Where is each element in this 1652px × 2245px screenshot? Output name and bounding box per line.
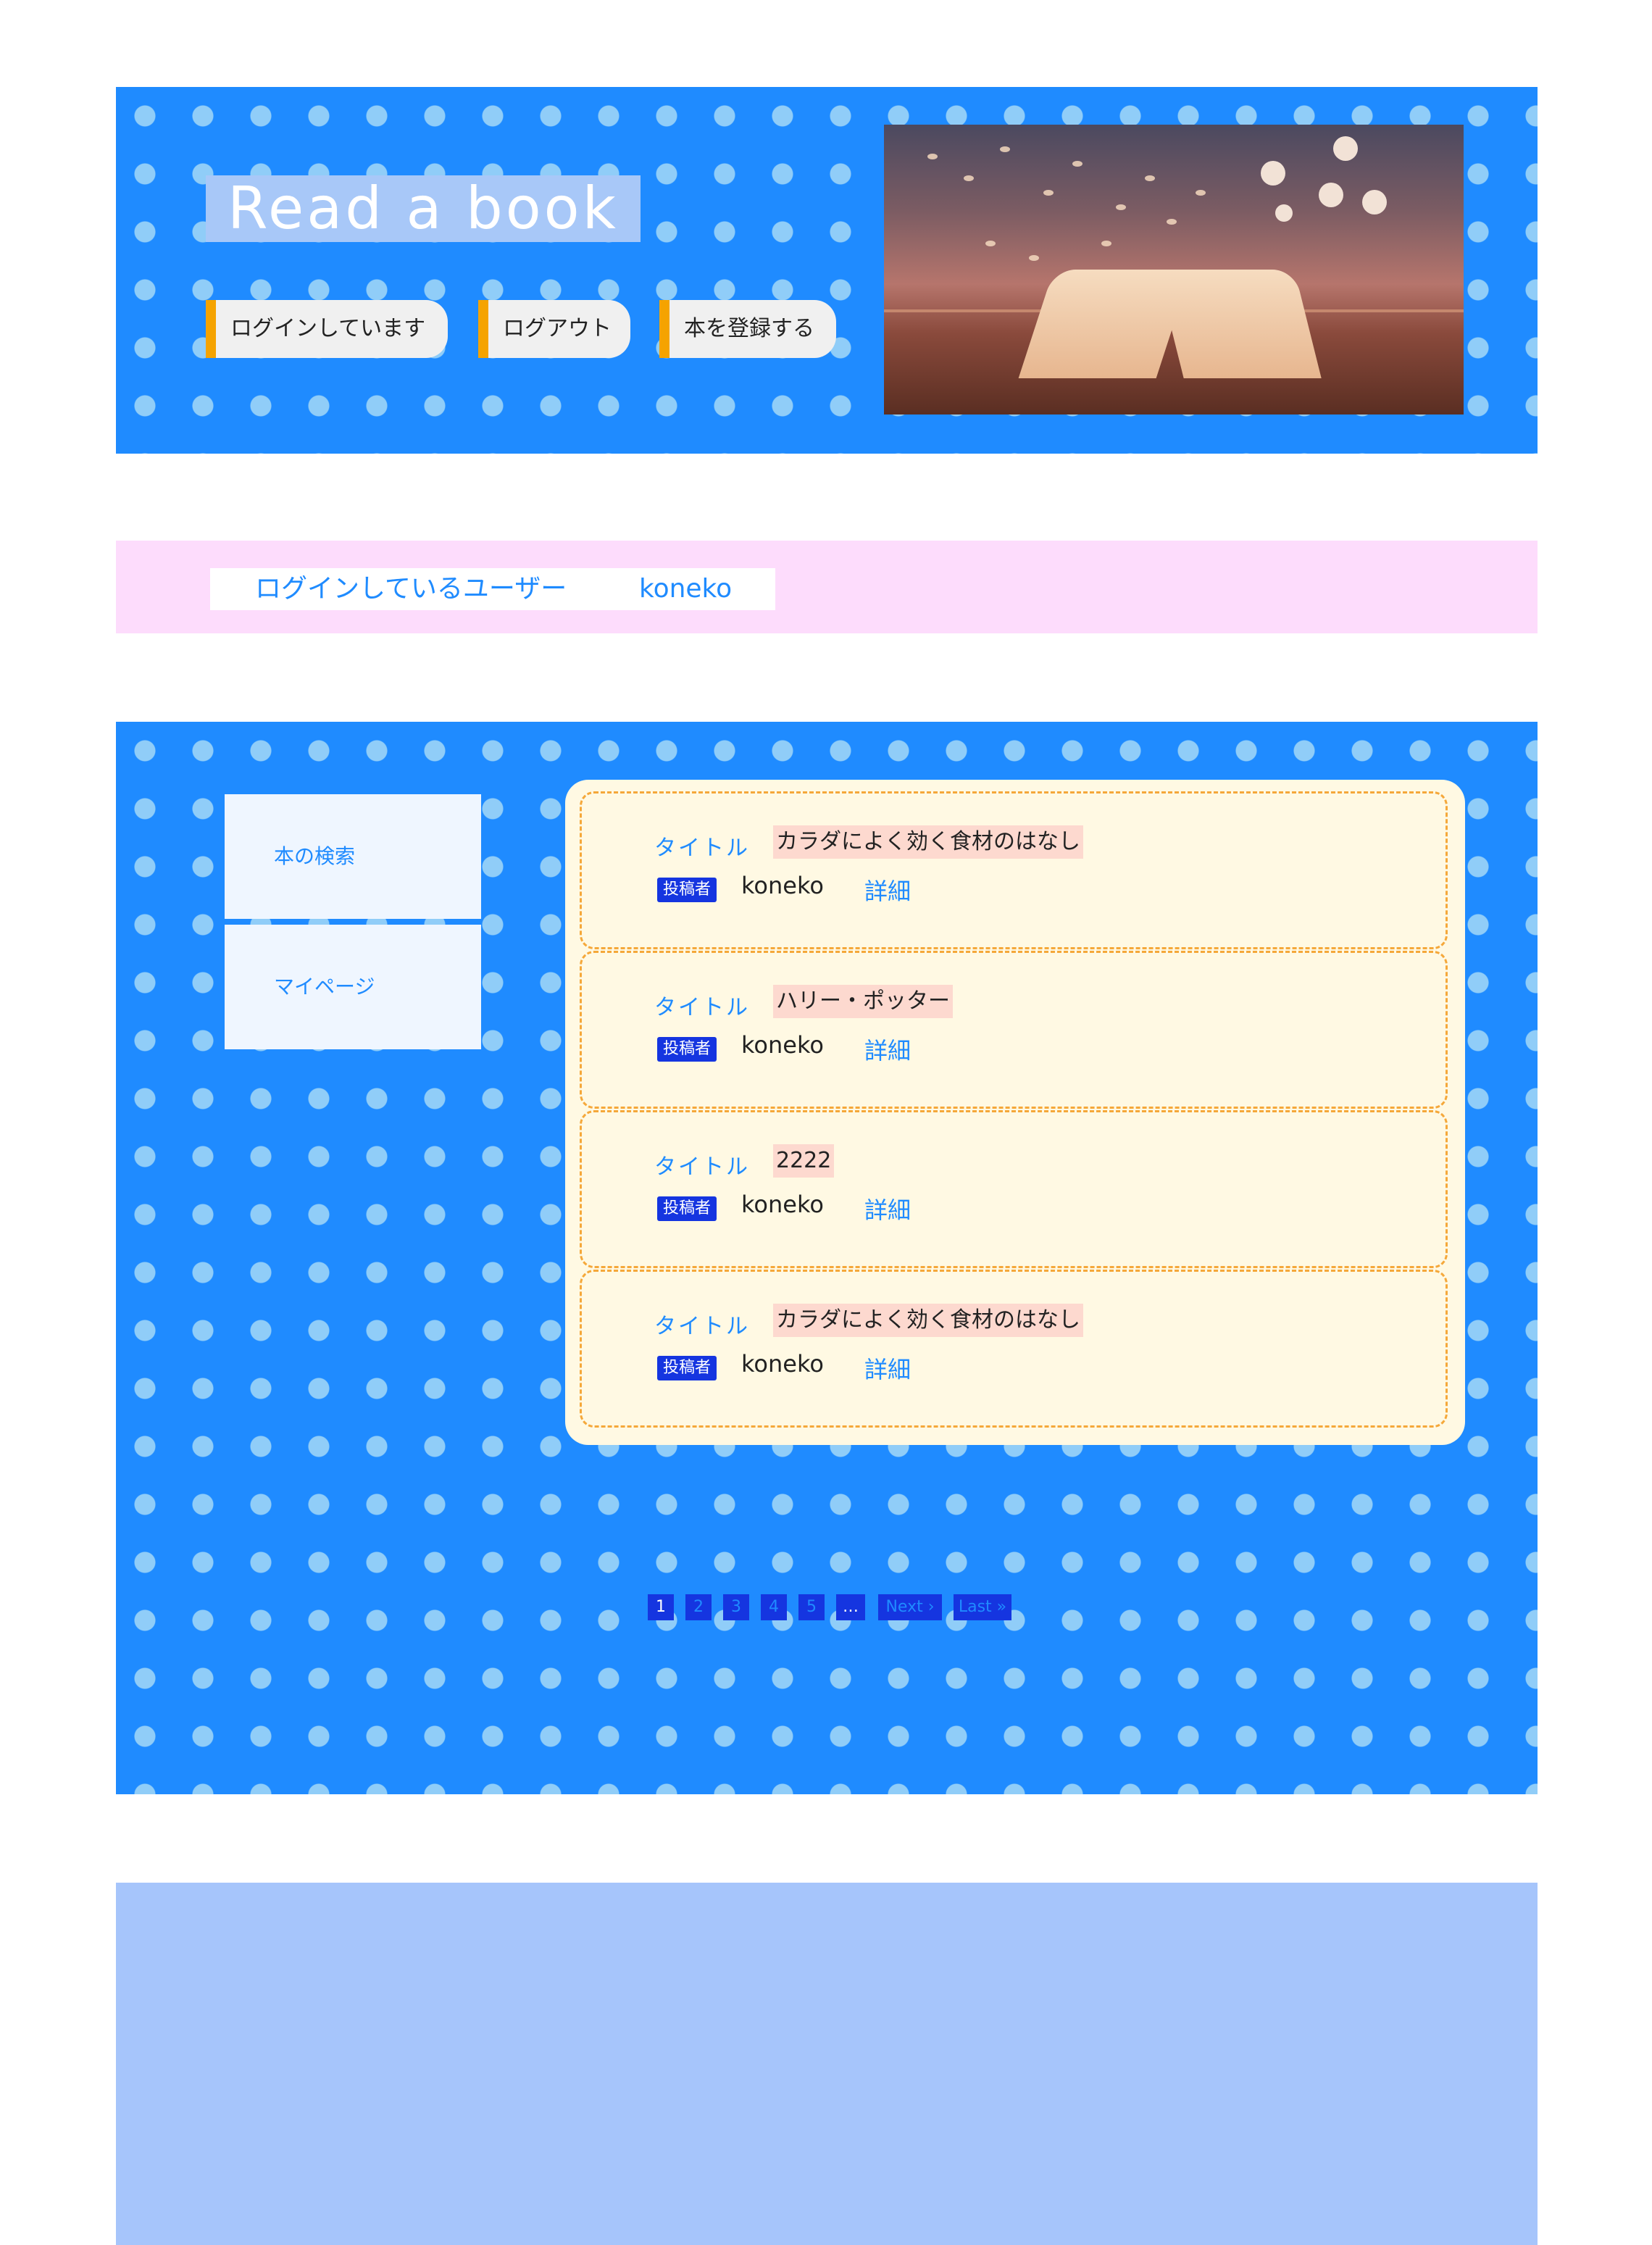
poster-name: koneko bbox=[741, 872, 824, 899]
book-title-label: タイトル bbox=[654, 1154, 750, 1180]
sidebar-item-mypage[interactable]: マイページ bbox=[225, 925, 481, 1049]
hero-image bbox=[884, 125, 1464, 415]
logged-in-user-box: ログインしているユーザー koneko bbox=[210, 568, 775, 610]
site-header: Read a book ログインしています ログアウト 本を登録する bbox=[116, 87, 1538, 454]
page-link-3[interactable]: 3 bbox=[723, 1594, 749, 1620]
page-link-5[interactable]: 5 bbox=[798, 1594, 825, 1620]
book-detail-link[interactable]: 詳細 bbox=[864, 1033, 911, 1066]
nav-logged-in-button[interactable]: ログインしています bbox=[206, 300, 448, 358]
book-list: タイトル カラダによく効く食材のはなし 投稿者 koneko 詳細 タイトル ハ… bbox=[565, 780, 1465, 1445]
page-link-1[interactable]: 1 bbox=[648, 1594, 674, 1620]
sidebar-item-book-search[interactable]: 本の検索 bbox=[225, 794, 481, 919]
book-card: タイトル カラダによく効く食材のはなし 投稿者 koneko 詳細 bbox=[580, 1270, 1448, 1428]
book-title: 2222 bbox=[773, 1144, 835, 1178]
logged-in-user-label: ログインしているユーザー bbox=[255, 574, 567, 604]
poster-badge: 投稿者 bbox=[657, 878, 717, 902]
poster-name: koneko bbox=[741, 1031, 824, 1059]
poster-badge: 投稿者 bbox=[657, 1037, 717, 1062]
book-title: カラダによく効く食材のはなし bbox=[773, 1304, 1083, 1337]
book-detail-link[interactable]: 詳細 bbox=[864, 1192, 911, 1225]
page-link-4[interactable]: 4 bbox=[761, 1594, 787, 1620]
page-ellipsis: … bbox=[836, 1594, 865, 1620]
book-card: タイトル カラダによく効く食材のはなし 投稿者 koneko 詳細 bbox=[580, 791, 1448, 949]
book-detail-link[interactable]: 詳細 bbox=[864, 1351, 911, 1385]
book-title-label: タイトル bbox=[654, 995, 750, 1020]
book-card: タイトル 2222 投稿者 koneko 詳細 bbox=[580, 1110, 1448, 1268]
poster-name: koneko bbox=[741, 1350, 824, 1378]
nav-register-book-button[interactable]: 本を登録する bbox=[659, 300, 836, 358]
book-title-label: タイトル bbox=[654, 1314, 750, 1339]
nav-logout-button[interactable]: ログアウト bbox=[478, 300, 630, 358]
book-title: ハリー・ポッター bbox=[773, 985, 953, 1018]
logged-in-username: koneko bbox=[639, 574, 733, 604]
site-footer bbox=[116, 1883, 1538, 2245]
site-title[interactable]: Read a book bbox=[206, 175, 641, 242]
poster-badge: 投稿者 bbox=[657, 1196, 717, 1221]
page-link-2[interactable]: 2 bbox=[685, 1594, 712, 1620]
main-content: 本の検索 マイページ タイトル カラダによく効く食材のはなし 投稿者 konek… bbox=[116, 722, 1538, 1794]
logged-in-user-bar: ログインしているユーザー koneko bbox=[116, 541, 1538, 633]
poster-badge: 投稿者 bbox=[657, 1356, 717, 1380]
book-detail-link[interactable]: 詳細 bbox=[864, 873, 911, 907]
book-title-label: タイトル bbox=[654, 836, 750, 861]
poster-name: koneko bbox=[741, 1191, 824, 1218]
page-next-link[interactable]: Next › bbox=[878, 1594, 942, 1620]
book-card: タイトル ハリー・ポッター 投稿者 koneko 詳細 bbox=[580, 951, 1448, 1109]
page-last-link[interactable]: Last » bbox=[954, 1594, 1011, 1620]
book-title: カラダによく効く食材のはなし bbox=[773, 825, 1083, 859]
